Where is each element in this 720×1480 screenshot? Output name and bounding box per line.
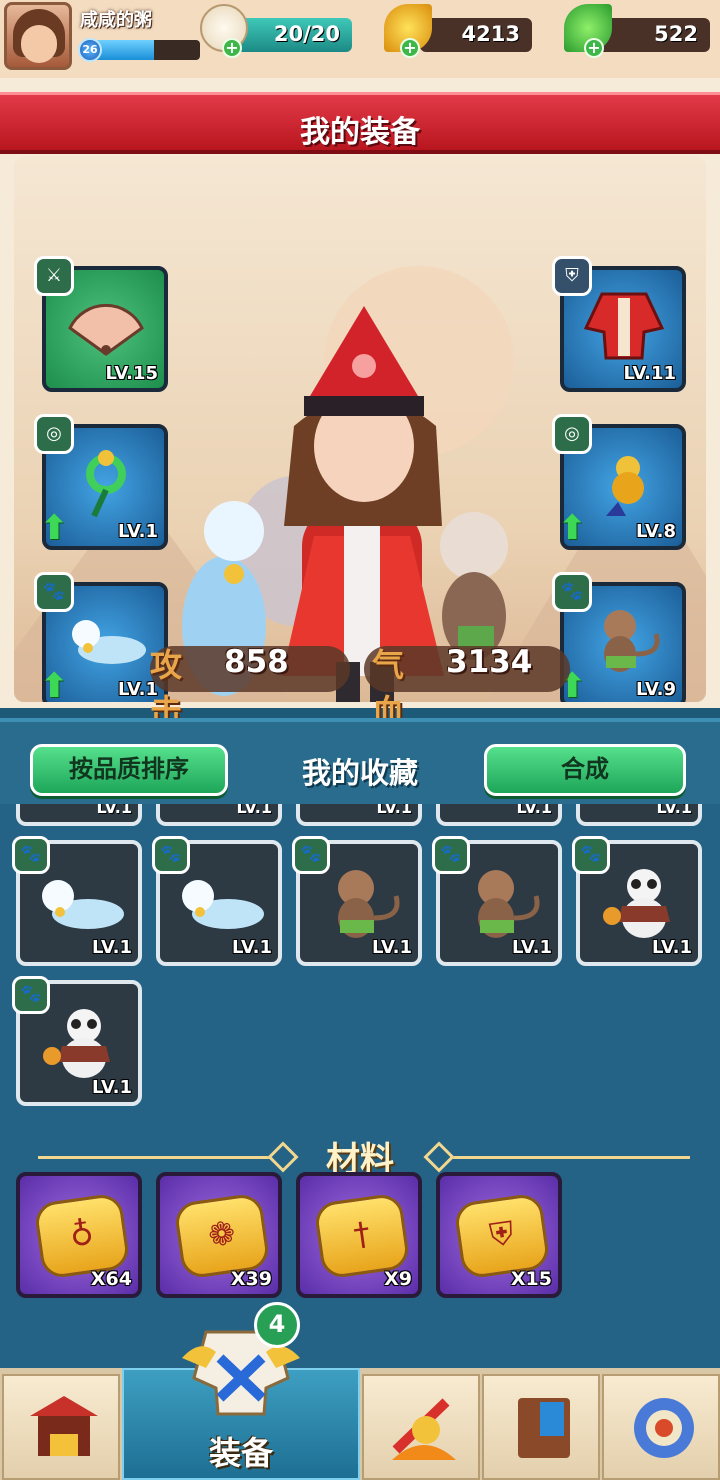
item-level: LV.1	[232, 937, 272, 958]
character-scene: ⚔ LV.15 ⛨ LV.11 ◎ ⬆ LV.1 ◎ ⬆ LV.8 🐾 ⬆ LV…	[14, 156, 706, 702]
jade-value: 522	[654, 22, 698, 46]
nav-tab-skills[interactable]	[362, 1374, 480, 1480]
attack-value: 858	[224, 644, 289, 680]
slot-level: LV.15	[105, 363, 159, 384]
add-jade-button[interactable]: +	[584, 38, 604, 58]
upgrade-arrow-icon: ⬆	[40, 508, 69, 548]
collection-item[interactable]: 🐾 LV.1	[292, 836, 422, 966]
settings-icon	[634, 1398, 694, 1458]
monkey-icon	[338, 870, 400, 938]
add-energy-button[interactable]: +	[222, 38, 242, 58]
nav-tab-equipment-label: 装备	[208, 1434, 273, 1472]
slot-level: LV.8	[636, 521, 676, 542]
upgrade-arrow-icon: ⬆	[558, 508, 587, 548]
nav-tab-book[interactable]	[482, 1374, 600, 1480]
monkey-icon	[604, 610, 660, 672]
collection-title: 我的收藏	[301, 756, 418, 790]
gold-counter: 4213	[420, 18, 532, 52]
material-item[interactable]: † X9	[296, 1172, 422, 1298]
skills-icon	[392, 1398, 456, 1460]
collection-item[interactable]: 🐾 LV.1	[12, 836, 142, 966]
hp-value: 3134	[446, 644, 533, 680]
collection-item[interactable]: 🐾 LV.1	[12, 976, 142, 1106]
equip-slot-accessory-right[interactable]: ◎ ⬆ LV.8	[552, 414, 686, 550]
item-level: LV.1	[652, 937, 692, 958]
panda-icon	[43, 1009, 110, 1078]
equipment-title: 我的装备	[300, 115, 420, 150]
collection-item[interactable]: 🐾 LV.1	[572, 836, 702, 966]
equip-slot-pet-right[interactable]: 🐾 ⬆ LV.9	[552, 572, 686, 702]
equip-slot-weapon[interactable]: ⚔ LV.15	[34, 256, 168, 392]
item-level: LV.1	[92, 1077, 132, 1098]
collection-item[interactable]: 🐾 LV.1	[152, 836, 282, 966]
nav-tab-shop[interactable]	[2, 1374, 120, 1480]
material-item[interactable]: ⛨ X15	[436, 1172, 562, 1298]
equipment-notification-badge: 4	[254, 1302, 300, 1348]
ferret-icon	[42, 880, 124, 929]
energy-value: 20/20	[273, 22, 340, 46]
monkey-icon	[478, 870, 540, 938]
panda-icon	[603, 869, 670, 938]
slot-level: LV.1	[118, 521, 158, 542]
player-name: 咸咸的粥	[80, 10, 152, 31]
fan-icon	[68, 304, 144, 356]
energy-counter: 20/20	[232, 18, 352, 52]
collection-header: 按品质排序 我的收藏 合成	[0, 718, 720, 804]
material-item[interactable]: ❁ X39	[156, 1172, 282, 1298]
add-gold-button[interactable]: +	[400, 38, 420, 58]
equipment-title-banner: 我的装备	[0, 92, 720, 154]
material-item[interactable]: ♁ X64	[16, 1172, 142, 1298]
equipment-panel: ⚔ LV.15 ⛨ LV.11 ◎ ⬆ LV.1 ◎ ⬆ LV.8 🐾 ⬆ LV…	[0, 78, 720, 708]
jade-counter: 522	[596, 18, 710, 52]
robe-icon	[583, 292, 665, 360]
item-level: LV.1	[92, 937, 132, 958]
ferret-icon	[182, 880, 264, 929]
exp-bar	[86, 40, 200, 60]
shop-icon	[30, 1396, 98, 1456]
item-level: LV.1	[512, 937, 552, 958]
ferret-icon	[72, 620, 146, 664]
character-figure	[182, 306, 508, 702]
book-icon	[518, 1398, 570, 1458]
nav-tab-settings[interactable]	[602, 1374, 720, 1480]
gold-value: 4213	[461, 22, 520, 46]
paw-glyph-icon: ❁	[205, 1213, 238, 1255]
material-count: X64	[90, 1268, 132, 1290]
equip-slot-armor[interactable]: ⛨ LV.11	[552, 256, 686, 392]
top-bar: 咸咸的粥 26 20/20 + 4213 + 522 +	[0, 0, 720, 78]
gourd-pendant-icon	[606, 456, 644, 516]
jade-pendant-icon	[86, 450, 126, 518]
sort-by-quality-button[interactable]: 按品质排序	[30, 744, 228, 796]
slot-level: LV.11	[623, 363, 677, 384]
upgrade-arrow-icon: ⬆	[40, 666, 69, 702]
equip-slot-accessory-left[interactable]: ◎ ⬆ LV.1	[34, 414, 168, 550]
combine-button[interactable]: 合成	[484, 744, 686, 796]
pendant-glyph-icon: ♁	[67, 1213, 96, 1255]
material-count: X9	[384, 1268, 412, 1290]
player-level-badge: 26	[78, 38, 102, 62]
player-avatar[interactable]	[4, 2, 72, 70]
material-count: X39	[230, 1268, 272, 1290]
collection-item[interactable]: 🐾 LV.1	[432, 836, 562, 966]
armor-glyph-icon: ⛨	[487, 1213, 517, 1255]
item-level: LV.1	[372, 937, 412, 958]
slot-level: LV.9	[636, 679, 676, 700]
sword-glyph-icon: †	[351, 1214, 373, 1254]
material-count: X15	[510, 1268, 552, 1290]
bottom-nav: 装备	[0, 1368, 720, 1480]
